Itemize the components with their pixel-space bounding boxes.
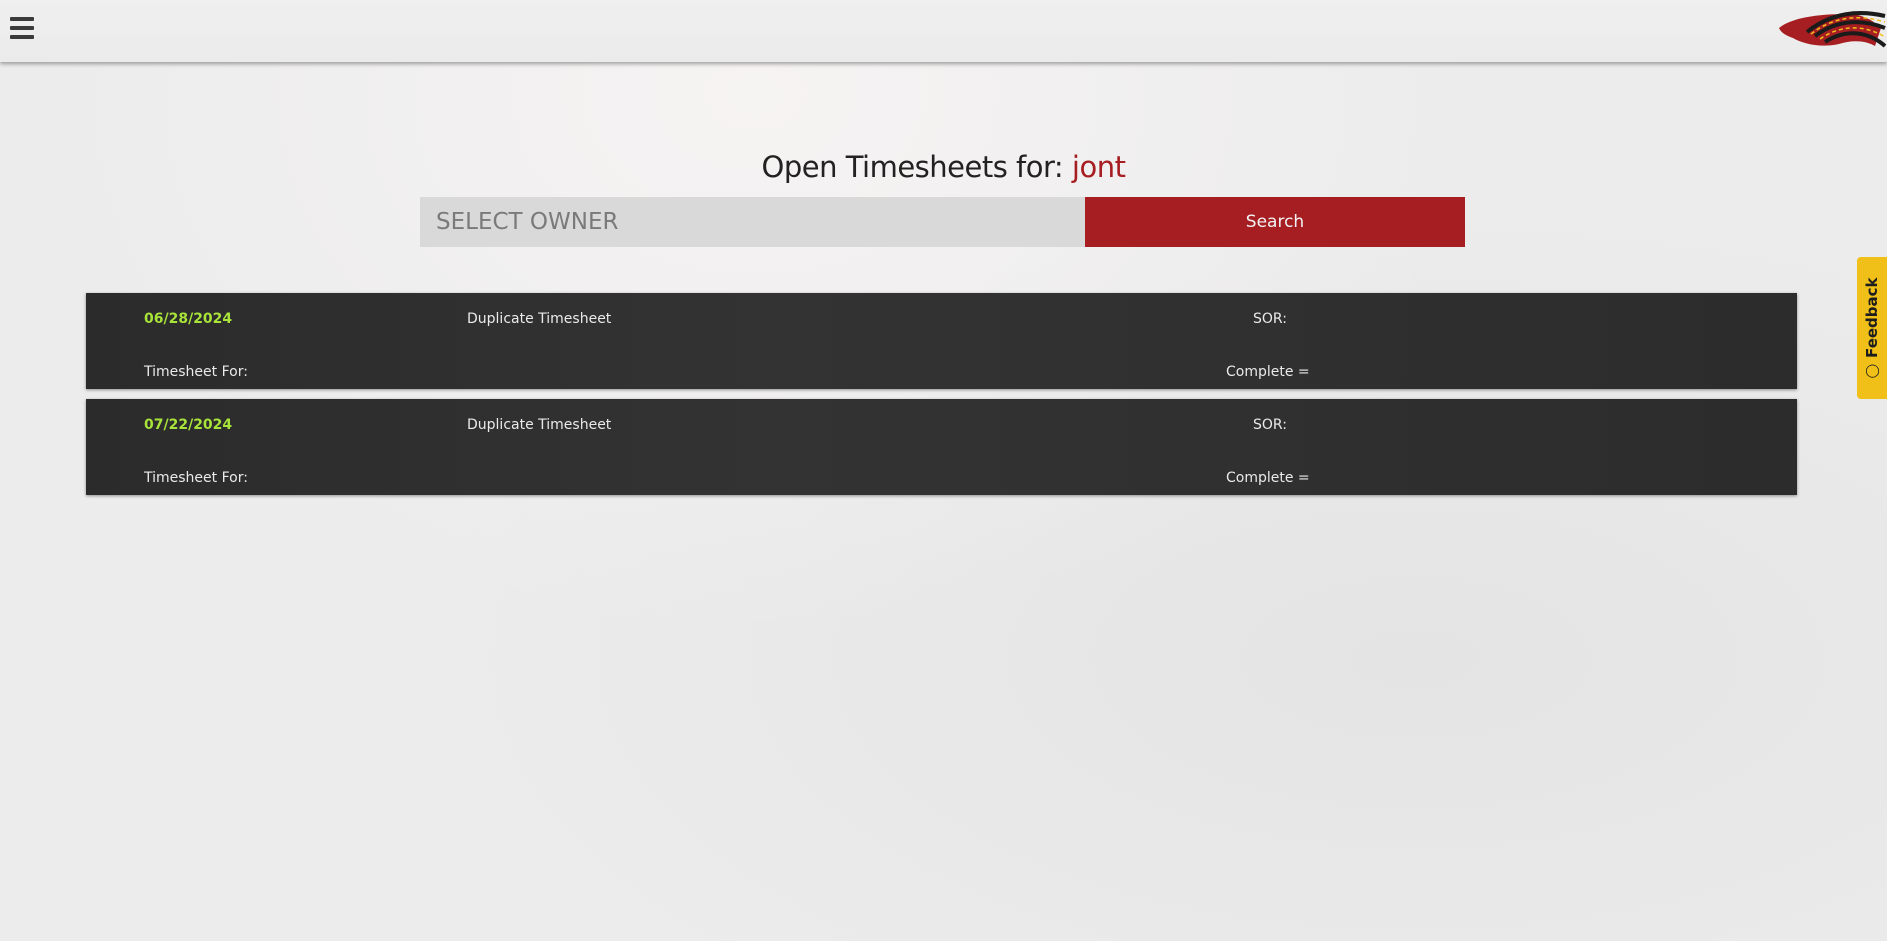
select-owner-input[interactable] [420, 197, 1085, 247]
search-button[interactable]: Search [1085, 197, 1465, 247]
feedback-tab-content: ◯ Feedback [1863, 277, 1881, 378]
page-title: Open Timesheets for: jont [0, 150, 1887, 184]
timesheet-date: 06/28/2024 [144, 311, 233, 327]
duplicate-timesheet-link[interactable]: Duplicate Timesheet [467, 417, 611, 433]
timesheet-for-label: Timesheet For: [144, 364, 248, 380]
timesheet-card[interactable]: 07/22/2024 Duplicate Timesheet SOR: Time… [86, 399, 1797, 495]
feedback-label: Feedback [1863, 277, 1881, 358]
sor-label: SOR: [1253, 417, 1287, 433]
complete-label: Complete = [1226, 470, 1310, 486]
page-title-prefix: Open Timesheets for: [761, 150, 1064, 184]
timesheet-for-label: Timesheet For: [144, 470, 248, 486]
selected-owner-name: jont [1071, 150, 1126, 184]
duplicate-timesheet-link[interactable]: Duplicate Timesheet [467, 311, 611, 327]
company-logo[interactable] [1777, 6, 1887, 54]
top-bar [0, 0, 1887, 62]
sor-label: SOR: [1253, 311, 1287, 327]
complete-label: Complete = [1226, 364, 1310, 380]
hamburger-menu-icon[interactable] [10, 17, 34, 39]
lightbulb-icon: ◯ [1864, 363, 1880, 379]
timesheet-date: 07/22/2024 [144, 417, 233, 433]
feedback-tab[interactable]: ◯ Feedback [1857, 257, 1887, 399]
timesheet-card[interactable]: 06/28/2024 Duplicate Timesheet SOR: Time… [86, 293, 1797, 389]
